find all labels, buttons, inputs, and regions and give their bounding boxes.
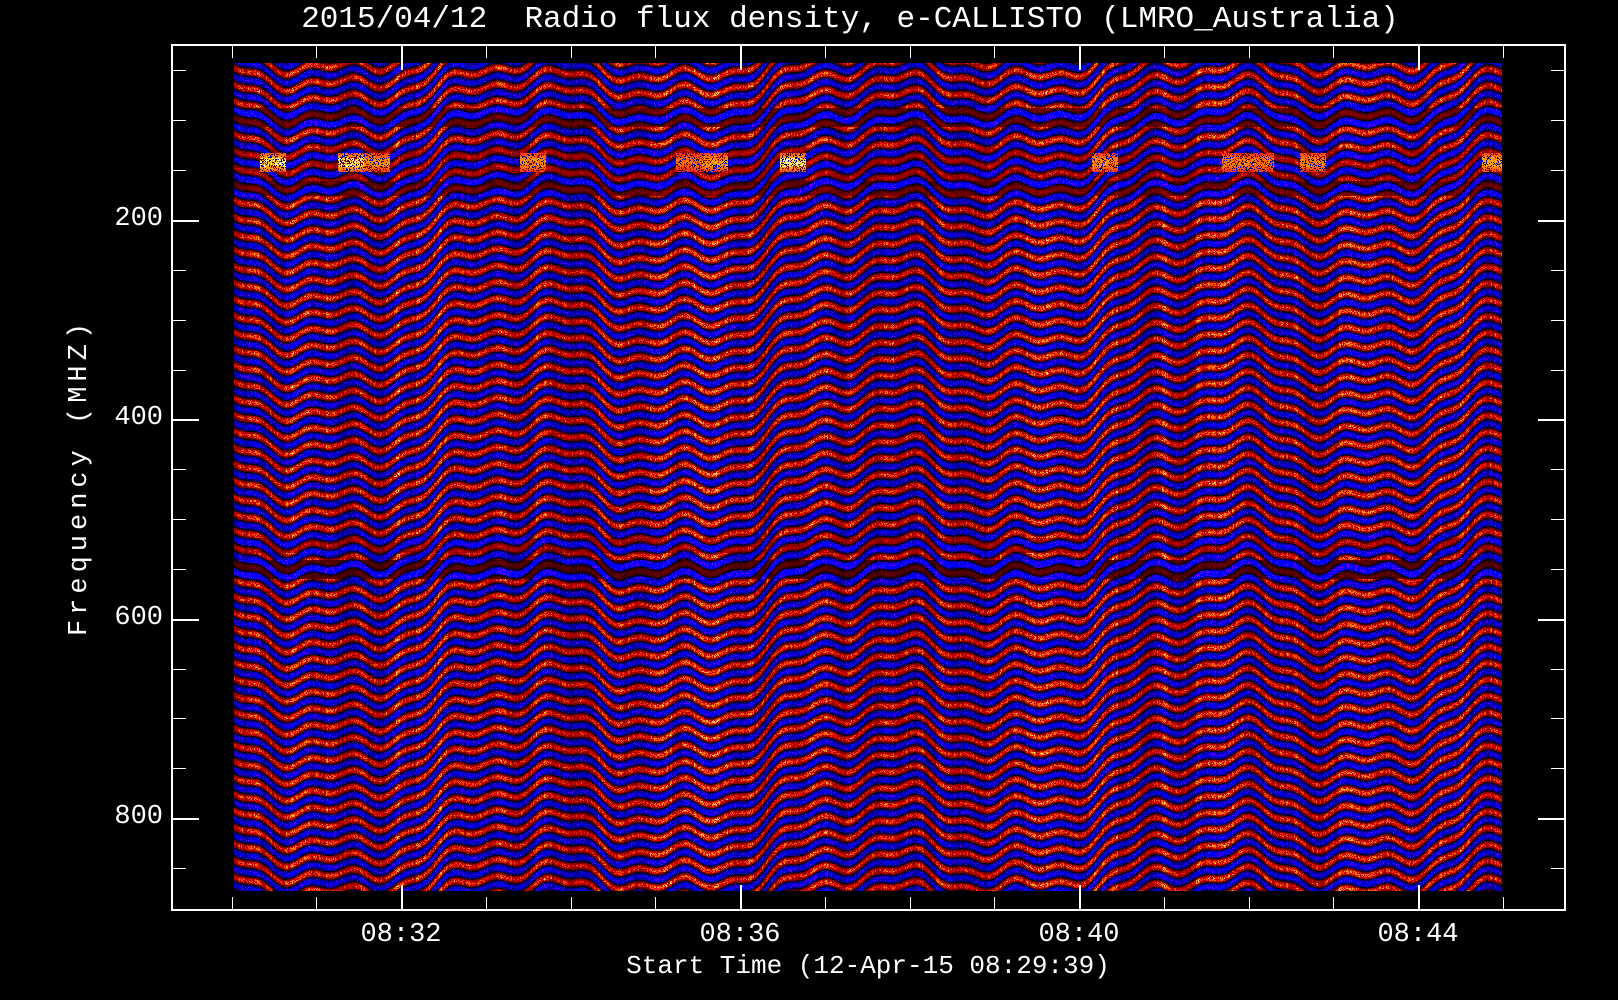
axis-tick <box>1538 419 1564 422</box>
axis-tick <box>994 897 996 909</box>
axis-tick <box>570 897 572 909</box>
axis-tick <box>173 519 186 520</box>
axis-tick <box>824 46 826 58</box>
x-tick-label: 08:44 <box>1377 920 1459 950</box>
axis-tick <box>1551 568 1564 570</box>
axis-tick <box>570 46 572 58</box>
axis-tick <box>1551 718 1564 720</box>
axis-tick <box>173 419 199 422</box>
x-tick-label: 08:36 <box>699 920 781 950</box>
axis-tick <box>173 718 186 720</box>
axis-tick <box>1551 170 1564 172</box>
x-tick-label: 08:40 <box>1038 920 1120 950</box>
axis-tick <box>1551 768 1564 770</box>
axis-tick <box>1079 885 1081 909</box>
y-tick-label: 400 <box>114 403 163 434</box>
axis-tick <box>655 46 657 58</box>
axis-tick <box>173 369 186 371</box>
y-tick-label: 800 <box>114 802 163 832</box>
axis-tick <box>1551 70 1564 72</box>
y-axis-title: Frequency (MHZ) <box>65 317 95 637</box>
axis-tick <box>740 885 742 909</box>
axis-tick <box>231 897 233 909</box>
axis-tick <box>231 46 233 58</box>
axis-tick <box>1418 46 1420 70</box>
axis-tick <box>909 897 911 909</box>
axis-tick <box>1163 897 1165 909</box>
axis-tick <box>173 70 186 72</box>
axis-tick <box>173 618 199 621</box>
axis-tick <box>173 120 186 122</box>
axis-tick <box>173 568 186 570</box>
axis-tick <box>316 46 318 58</box>
axis-tick <box>1551 469 1564 471</box>
axis-tick <box>173 867 186 869</box>
axis-tick <box>173 668 186 670</box>
axis-tick <box>316 897 318 909</box>
y-tick-label: 200 <box>114 204 163 234</box>
axis-tick <box>1538 618 1564 621</box>
axis-tick <box>173 319 186 321</box>
axis-tick <box>1248 46 1250 58</box>
axis-tick <box>1502 897 1504 909</box>
axis-tick <box>485 46 487 58</box>
x-axis-title: Start Time (12-Apr-15 08:29:39) <box>626 951 1110 981</box>
axis-tick <box>824 897 826 909</box>
axis-tick <box>1551 369 1564 371</box>
x-tick-label: 08:32 <box>360 920 442 950</box>
plot-frame <box>171 44 1566 911</box>
axis-tick <box>485 897 487 909</box>
axis-tick <box>173 269 186 271</box>
axis-tick <box>1502 46 1504 58</box>
axis-tick <box>173 768 186 770</box>
y-tick-label: 600 <box>114 602 163 633</box>
spectrogram-page: 2015/04/12 Radio flux density, e-CALLIST… <box>0 0 1618 1000</box>
axis-tick <box>740 46 742 70</box>
axis-tick <box>994 46 996 58</box>
axis-tick <box>173 469 186 471</box>
axis-tick <box>1538 818 1564 820</box>
axis-tick <box>173 170 186 172</box>
axis-tick <box>1333 46 1335 58</box>
axis-tick <box>1551 120 1564 122</box>
axis-tick <box>1248 897 1250 909</box>
axis-tick <box>401 46 403 70</box>
axis-tick <box>1418 885 1420 909</box>
axis-tick <box>1551 867 1564 869</box>
axis-tick <box>1163 46 1165 58</box>
axis-tick <box>655 897 657 909</box>
axis-tick <box>1551 269 1564 271</box>
axis-tick <box>1538 220 1564 222</box>
chart-title: 2015/04/12 Radio flux density, e-CALLIST… <box>301 2 1399 37</box>
axis-tick <box>1551 519 1564 520</box>
axis-tick <box>1333 897 1335 909</box>
axis-tick <box>1551 319 1564 321</box>
axis-tick <box>1079 46 1081 70</box>
axis-tick <box>1551 668 1564 670</box>
axis-tick <box>173 220 199 222</box>
axis-tick <box>173 818 199 820</box>
axis-tick <box>401 885 403 909</box>
axis-tick <box>909 46 911 58</box>
